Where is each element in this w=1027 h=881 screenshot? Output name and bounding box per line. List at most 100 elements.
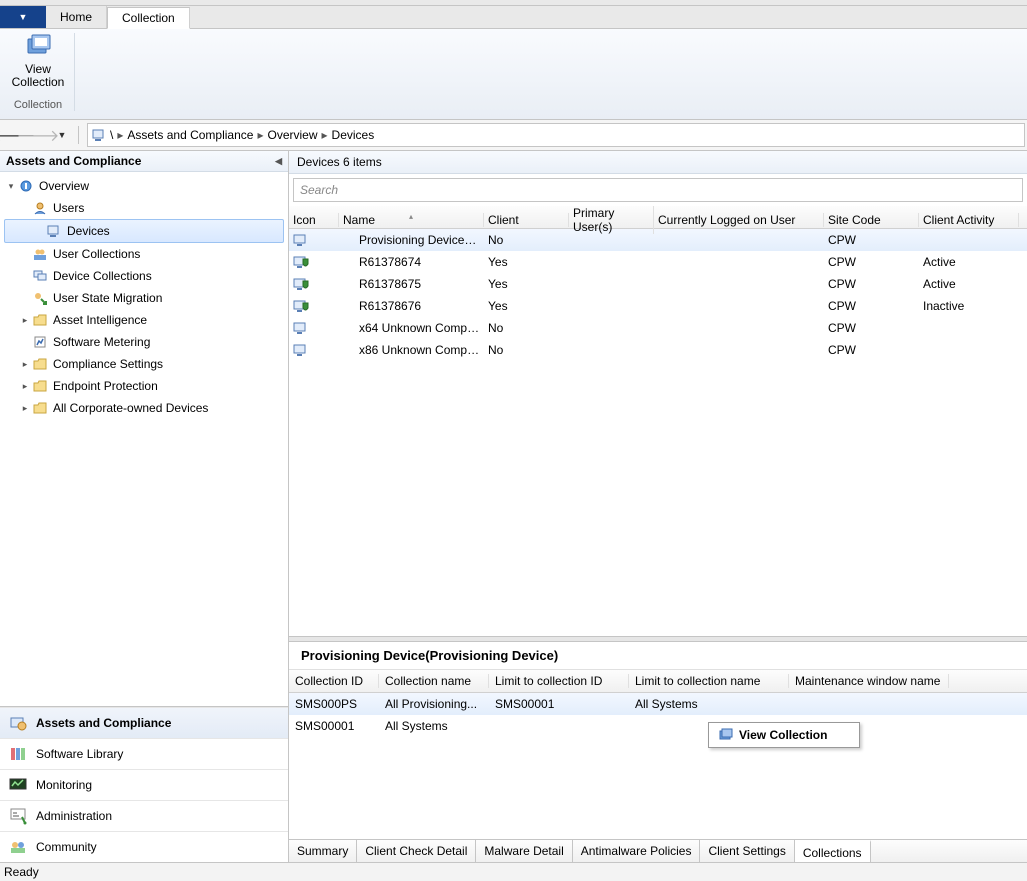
cell-site: CPW	[824, 277, 919, 291]
breadcrumb-item[interactable]: Overview	[263, 128, 321, 142]
breadcrumb-root[interactable]: \	[106, 128, 117, 142]
folder-icon	[32, 378, 48, 394]
col-icon[interactable]: Icon	[289, 213, 339, 227]
expand-icon[interactable]: ▸	[20, 381, 30, 392]
breadcrumb-item[interactable]: Assets and Compliance	[123, 128, 257, 142]
nav-forward-button[interactable]: 🡒	[26, 123, 50, 147]
cell-site: CPW	[824, 233, 919, 247]
tree-item-endpoint-protection[interactable]: ▸ Endpoint Protection	[0, 375, 288, 397]
device-icon	[46, 223, 62, 239]
ribbon-group-label: Collection	[8, 99, 68, 111]
folder-icon	[32, 356, 48, 372]
col-name[interactable]: Name	[339, 213, 484, 227]
workspace-community[interactable]: Community	[0, 831, 288, 862]
ribbon-file-tab[interactable]: ▼	[0, 6, 46, 28]
workspace-monitoring[interactable]: Monitoring	[0, 769, 288, 800]
tree-item-label: Overview	[39, 179, 89, 193]
breadcrumb-item[interactable]: Devices	[328, 128, 379, 142]
workspace-label: Software Library	[36, 747, 123, 761]
expand-icon[interactable]: ▾	[6, 181, 16, 192]
dcol-mwin[interactable]: Maintenance window name	[789, 674, 949, 688]
table-row[interactable]: x64 Unknown Computer...NoCPW	[289, 317, 1027, 339]
context-view-collection[interactable]: View Collection	[711, 725, 857, 745]
col-client[interactable]: Client	[484, 213, 569, 227]
tree-item-software-metering[interactable]: Software Metering	[0, 331, 288, 353]
col-activity[interactable]: Client Activity	[919, 213, 1019, 227]
tab-collections[interactable]: Collections	[795, 840, 871, 862]
dcol-collection-name[interactable]: Collection name	[379, 674, 489, 688]
cell-client: No	[484, 321, 569, 335]
tab-client-check-detail[interactable]: Client Check Detail	[357, 840, 476, 862]
view-collection-label: View Collection	[8, 63, 68, 89]
assets-icon	[8, 714, 28, 732]
search-input[interactable]: Search	[293, 178, 1023, 202]
tree-item-compliance-settings[interactable]: ▸Compliance Settings	[0, 353, 288, 375]
table-row[interactable]: R61378676YesCPWInactive	[289, 295, 1027, 317]
table-row[interactable]: SMS00001All Systems	[289, 715, 1027, 737]
col-primary-user[interactable]: Primary User(s)	[569, 206, 654, 234]
tree-item-label: Endpoint Protection	[53, 379, 158, 393]
tree-item-users[interactable]: Users	[0, 197, 288, 219]
expand-icon[interactable]: ▸	[20, 315, 30, 326]
usm-icon	[32, 290, 48, 306]
tree-item-devices[interactable]: Devices	[4, 219, 284, 243]
table-row[interactable]: R61378674YesCPWActive	[289, 251, 1027, 273]
nav-history-dropdown[interactable]: ▼	[50, 123, 74, 147]
tab-summary[interactable]: Summary	[289, 840, 357, 862]
tree-item-user-collections[interactable]: User Collections	[0, 243, 288, 265]
expand-icon[interactable]: ▸	[20, 359, 30, 370]
cell-name: R61378676	[339, 299, 484, 313]
expand-icon[interactable]: ▸	[20, 403, 30, 414]
cell-site: CPW	[824, 255, 919, 269]
table-row[interactable]: x86 Unknown Computer...NoCPW	[289, 339, 1027, 361]
dcol-limit-name[interactable]: Limit to collection name	[629, 674, 789, 688]
col-site-code[interactable]: Site Code	[824, 213, 919, 227]
detail-title: Provisioning Device(Provisioning Device)	[289, 642, 1027, 670]
user-icon	[32, 200, 48, 216]
cell-collection-name: All Systems	[379, 719, 489, 733]
workspace-software-library[interactable]: Software Library	[0, 738, 288, 769]
table-row[interactable]: Provisioning Device(Pro...No CPW	[289, 229, 1027, 251]
workspace-assets-and-compliance[interactable]: Assets and Compliance	[0, 707, 288, 738]
tree-item-label: All Corporate-owned Devices	[53, 401, 208, 415]
tree-item-label: Software Metering	[53, 335, 150, 349]
cell-name: x64 Unknown Computer...	[339, 321, 484, 335]
row-icon	[289, 233, 339, 247]
collapse-pane-icon[interactable]: ◀	[275, 156, 282, 167]
tab-malware-detail[interactable]: Malware Detail	[476, 840, 572, 862]
view-collection-icon	[715, 728, 735, 742]
workspace-label: Community	[36, 840, 97, 854]
ribbon-tab-collection[interactable]: Collection	[107, 7, 190, 29]
workspace-label: Administration	[36, 809, 112, 823]
status-bar: Ready	[0, 862, 1027, 881]
table-row[interactable]: R61378675YesCPWActive	[289, 273, 1027, 295]
view-collection-button[interactable]: View Collection	[8, 33, 68, 89]
tree-item-label: User State Migration	[53, 291, 162, 305]
tree-item-asset-intelligence[interactable]: ▸Asset Intelligence	[0, 309, 288, 331]
ribbon-tab-home[interactable]: Home	[46, 6, 107, 28]
tree-item-overview[interactable]: ▾ Overview	[0, 175, 288, 197]
workspace-administration[interactable]: Administration	[0, 800, 288, 831]
row-icon	[289, 321, 339, 335]
tree-item-device-collections[interactable]: Device Collections	[0, 265, 288, 287]
tab-antimalware-policies[interactable]: Antimalware Policies	[573, 840, 701, 862]
cell-name: R61378674	[339, 255, 484, 269]
table-row[interactable]: SMS000PSAll Provisioning...SMS00001All S…	[289, 693, 1027, 715]
col-logged-on[interactable]: Currently Logged on User	[654, 213, 824, 227]
tree-item-user-state-migration[interactable]: User State Migration	[0, 287, 288, 309]
row-icon	[289, 343, 339, 357]
cell-collection-name: All Provisioning...	[379, 697, 489, 711]
cell-collection-id: SMS00001	[289, 719, 379, 733]
tree-item-label: User Collections	[53, 247, 140, 261]
dcol-limit-id[interactable]: Limit to collection ID	[489, 674, 629, 688]
cell-name: Provisioning Device(Pro...	[339, 233, 484, 247]
tab-client-settings[interactable]: Client Settings	[700, 840, 794, 862]
tree-item-label: Devices	[67, 224, 110, 238]
breadcrumb[interactable]: \ ▸ Assets and Compliance ▸ Overview ▸ D…	[87, 123, 1025, 147]
tree-item-all-corporate-owned-devices[interactable]: ▸ All Corporate-owned Devices	[0, 397, 288, 419]
dcol-collection-id[interactable]: Collection ID	[289, 674, 379, 688]
library-icon	[8, 745, 28, 763]
cell-limit-id: SMS00001	[489, 697, 629, 711]
cell-name: x86 Unknown Computer...	[339, 343, 484, 357]
cell-client: No	[484, 233, 569, 247]
